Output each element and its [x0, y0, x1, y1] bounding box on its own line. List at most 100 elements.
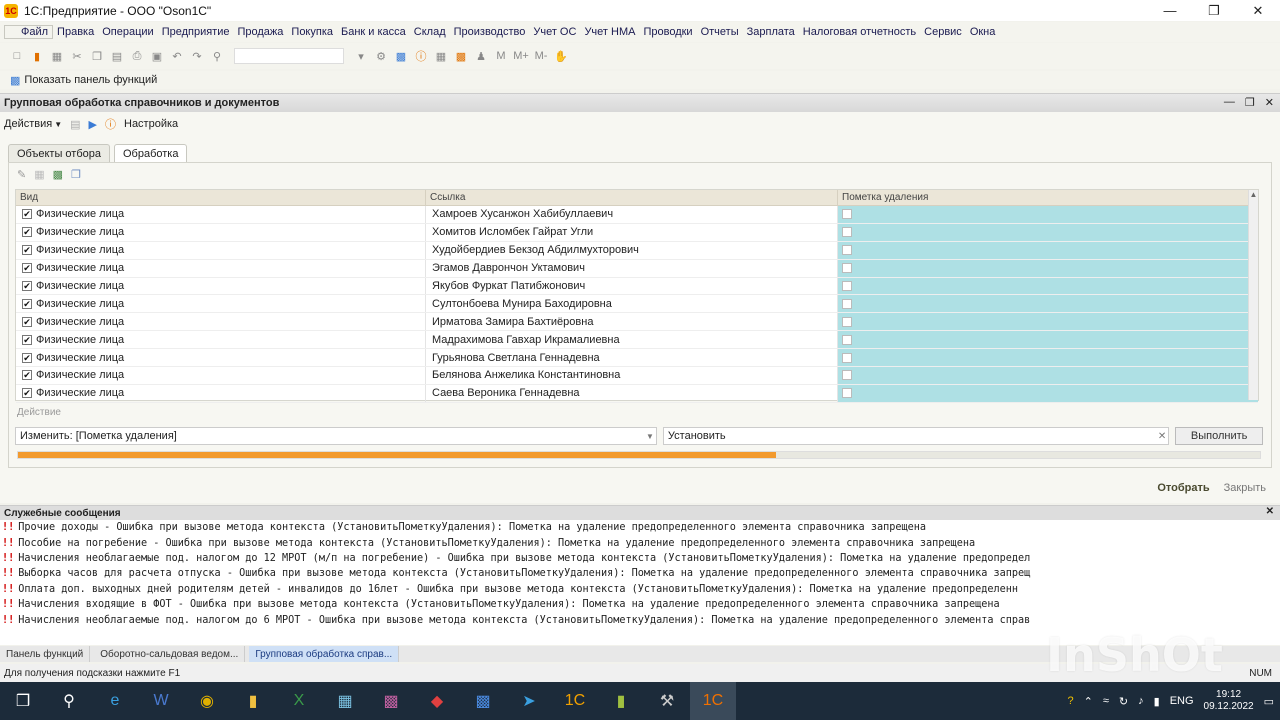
copy-icon[interactable]: ❐: [88, 47, 106, 65]
cut-icon[interactable]: ✂: [68, 47, 86, 65]
row-checkbox[interactable]: ✔: [22, 263, 32, 274]
telegram-icon[interactable]: ➤: [506, 682, 552, 720]
file-explorer-icon[interactable]: ▮: [230, 682, 276, 720]
edit-icon[interactable]: ✎: [17, 168, 26, 181]
app-1c-icon[interactable]: 1С: [552, 682, 598, 720]
open-icon[interactable]: ▮: [28, 47, 46, 65]
table-row[interactable]: ✔ Физические лица Худойбердиев Бекзод Абди…: [16, 241, 1258, 260]
winrar-icon[interactable]: ▩: [368, 682, 414, 720]
menu-sales[interactable]: Продажа: [233, 26, 287, 38]
menu-operations[interactable]: Операции: [98, 26, 157, 38]
execute-button[interactable]: Выполнить: [1175, 427, 1263, 445]
close-icon[interactable]: ✕: [1266, 506, 1274, 517]
uncheck-all-icon[interactable]: ❐: [71, 168, 81, 181]
deletion-mark-checkbox[interactable]: [842, 370, 852, 381]
minimize-icon[interactable]: —: [1224, 96, 1235, 109]
deletion-mark-checkbox[interactable]: [842, 316, 852, 327]
actions-menu[interactable]: Действия: [4, 118, 52, 130]
column-header-deletion-mark[interactable]: Пометка удаления: [838, 190, 1258, 205]
battery-icon[interactable]: ▮: [1154, 695, 1160, 708]
row-checkbox[interactable]: ✔: [22, 281, 32, 291]
clear-icon[interactable]: ✕: [1158, 431, 1166, 442]
row-checkbox[interactable]: ✔: [22, 227, 32, 238]
redo-icon[interactable]: ↷: [188, 47, 206, 65]
close-icon[interactable]: ✕: [1236, 0, 1280, 21]
sync-icon[interactable]: ↻: [1119, 695, 1128, 708]
select-button[interactable]: Отобрать: [1157, 482, 1209, 494]
deletion-mark-checkbox[interactable]: [842, 263, 852, 274]
row-checkbox[interactable]: ✔: [22, 334, 32, 345]
menu-fixed-assets[interactable]: Учет ОС: [529, 26, 580, 38]
help-tray-icon[interactable]: ?: [1068, 695, 1074, 707]
language-indicator[interactable]: ENG: [1170, 695, 1194, 707]
window-tab-group-processing[interactable]: Групповая обработка справ...: [249, 646, 400, 662]
restore-icon[interactable]: ❐: [1192, 0, 1236, 21]
preview-icon[interactable]: ▣: [148, 47, 166, 65]
anydesk-icon[interactable]: ◆: [414, 682, 460, 720]
help-icon[interactable]: ⓘ: [105, 116, 116, 132]
restore-icon[interactable]: ❐: [1245, 96, 1255, 109]
menu-file[interactable]: Файл: [4, 25, 54, 39]
row-checkbox[interactable]: ✔: [22, 388, 32, 399]
minimize-icon[interactable]: —: [1148, 0, 1192, 21]
window-tab-functions[interactable]: Панель функций: [0, 646, 91, 662]
column-header-kind[interactable]: Вид: [16, 190, 426, 205]
memory-minus-icon[interactable]: M-: [532, 47, 550, 65]
check-all-icon[interactable]: ▩: [53, 168, 63, 181]
edge-browser-icon[interactable]: e: [92, 682, 138, 720]
action-select[interactable]: Изменить: [Пометка удаления] ▼: [15, 427, 657, 445]
deletion-mark-checkbox[interactable]: [842, 227, 852, 238]
save-icon[interactable]: ▦: [48, 47, 66, 65]
menu-reports[interactable]: Отчеты: [697, 26, 743, 38]
menu-enterprise[interactable]: Предприятие: [158, 26, 234, 38]
table-row[interactable]: ✔ Физические лица Белянова Анжелика Конста…: [16, 367, 1258, 385]
network-app-icon[interactable]: ▩: [460, 682, 506, 720]
notes-app-icon[interactable]: ▦: [322, 682, 368, 720]
calendar-icon[interactable]: ▩: [452, 47, 470, 65]
memory-plus-icon[interactable]: M+: [512, 47, 530, 65]
find-next-icon[interactable]: ▾: [352, 47, 370, 65]
window-tab-balance-sheet[interactable]: Оборотно-сальдовая ведом...: [94, 646, 246, 662]
menu-tax-reports[interactable]: Налоговая отчетность: [799, 26, 920, 38]
row-checkbox[interactable]: ✔: [22, 352, 32, 363]
help-icon[interactable]: ⓘ: [412, 47, 430, 65]
clock[interactable]: 19:12 09.12.2022: [1204, 689, 1254, 713]
table-scrollbar[interactable]: ▲: [1248, 190, 1258, 400]
column-header-ref[interactable]: Ссылка: [426, 190, 838, 205]
row-checkbox[interactable]: ✔: [22, 370, 32, 381]
filter-icon[interactable]: ⚙: [372, 47, 390, 65]
menu-warehouse[interactable]: Склад: [410, 26, 450, 38]
select-all-icon[interactable]: ▦: [34, 168, 44, 181]
table-row[interactable]: ✔ Физические лица Саева Вероника Геннадевн…: [16, 384, 1258, 403]
table-row[interactable]: ✔ Физические лица Мадрахимова Гавхар Икрам…: [16, 331, 1258, 350]
deletion-mark-checkbox[interactable]: [842, 281, 852, 291]
close-button[interactable]: Закрыть: [1224, 482, 1266, 494]
menu-service[interactable]: Сервис: [920, 26, 966, 38]
paste-icon[interactable]: ▤: [108, 47, 126, 65]
menu-production[interactable]: Производство: [450, 26, 530, 38]
find-icon[interactable]: ⚲: [208, 47, 226, 65]
app-1c-active-icon[interactable]: 1С: [690, 682, 736, 720]
close-icon[interactable]: ✕: [1265, 96, 1274, 109]
deletion-mark-checkbox[interactable]: [842, 209, 852, 220]
table-row[interactable]: ✔ Физические лица Ирматова Замира Бахтиёро…: [16, 313, 1258, 332]
table-row[interactable]: ✔ Физические лица Эгамов Даврончон Уктамов…: [16, 259, 1258, 278]
row-checkbox[interactable]: ✔: [22, 316, 32, 327]
table-row[interactable]: ✔ Физические лица Якубов Фуркат Патибжонов…: [16, 277, 1258, 296]
chevron-down-icon[interactable]: ▼: [646, 432, 654, 441]
menu-intangible[interactable]: Учет НМА: [580, 26, 639, 38]
tool-icon[interactable]: ⚒: [644, 682, 690, 720]
wifi-icon[interactable]: ≈: [1103, 695, 1109, 707]
menu-windows[interactable]: Окна: [966, 26, 1000, 38]
menu-bank-cash[interactable]: Банк и касса: [337, 26, 410, 38]
chevron-up-icon[interactable]: ⌃: [1084, 695, 1093, 708]
run-icon[interactable]: ▶: [89, 118, 97, 131]
function-panel-bar[interactable]: ▩ Показать панель функций: [0, 71, 1280, 89]
table-row[interactable]: ✔ Физические лица Хамроев Хусанжон Хабибул…: [16, 206, 1258, 224]
row-checkbox[interactable]: ✔: [22, 209, 32, 220]
tab-selection-objects[interactable]: Объекты отбора: [8, 144, 110, 162]
list-icon[interactable]: ▤: [70, 118, 80, 131]
menu-edit[interactable]: Правка: [53, 26, 98, 38]
window-icon[interactable]: ▩: [392, 47, 410, 65]
folder-icon[interactable]: ▮: [598, 682, 644, 720]
